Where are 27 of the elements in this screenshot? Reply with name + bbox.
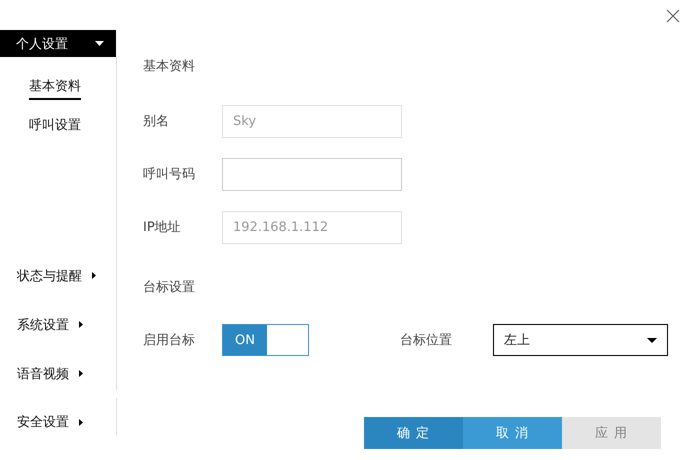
caret-right-icon: [79, 418, 83, 426]
field-label: 别名: [143, 113, 170, 130]
sidebar-item[interactable]: 基本资料: [29, 77, 81, 100]
menu-item[interactable]: 系统设置: [17, 316, 69, 334]
close-icon[interactable]: [666, 9, 680, 23]
field-label: 启用台标: [143, 332, 196, 349]
field-label: IP地址: [143, 219, 182, 236]
caret-right-icon: [79, 370, 83, 377]
dialog-button[interactable]: 确 定: [364, 417, 463, 449]
menu-item[interactable]: 安全设置: [17, 413, 69, 431]
input-field[interactable]: [222, 158, 402, 190]
section-header-title: 个人设置: [16, 36, 68, 52]
menu-item[interactable]: 状态与提醒: [17, 266, 82, 284]
field-label: 呼叫号码: [143, 166, 196, 183]
caret-right-icon: [79, 321, 83, 328]
section-title: 基本资料: [143, 58, 196, 76]
menu-item[interactable]: 语音视频: [17, 364, 69, 382]
position-dropdown[interactable]: 左上: [493, 324, 668, 356]
toggle-switch[interactable]: ON: [222, 324, 309, 356]
sidebar-item[interactable]: 呼叫设置: [29, 116, 81, 139]
caret-down-icon: [647, 338, 657, 342]
section-title: 台标设置: [143, 279, 195, 297]
caret-down-icon: [95, 41, 104, 46]
section-header[interactable]: 个人设置: [0, 30, 116, 57]
caret-right-icon: [92, 272, 96, 279]
field-label: 台标位置: [400, 332, 453, 349]
dropdown-value: 左上: [504, 332, 530, 349]
